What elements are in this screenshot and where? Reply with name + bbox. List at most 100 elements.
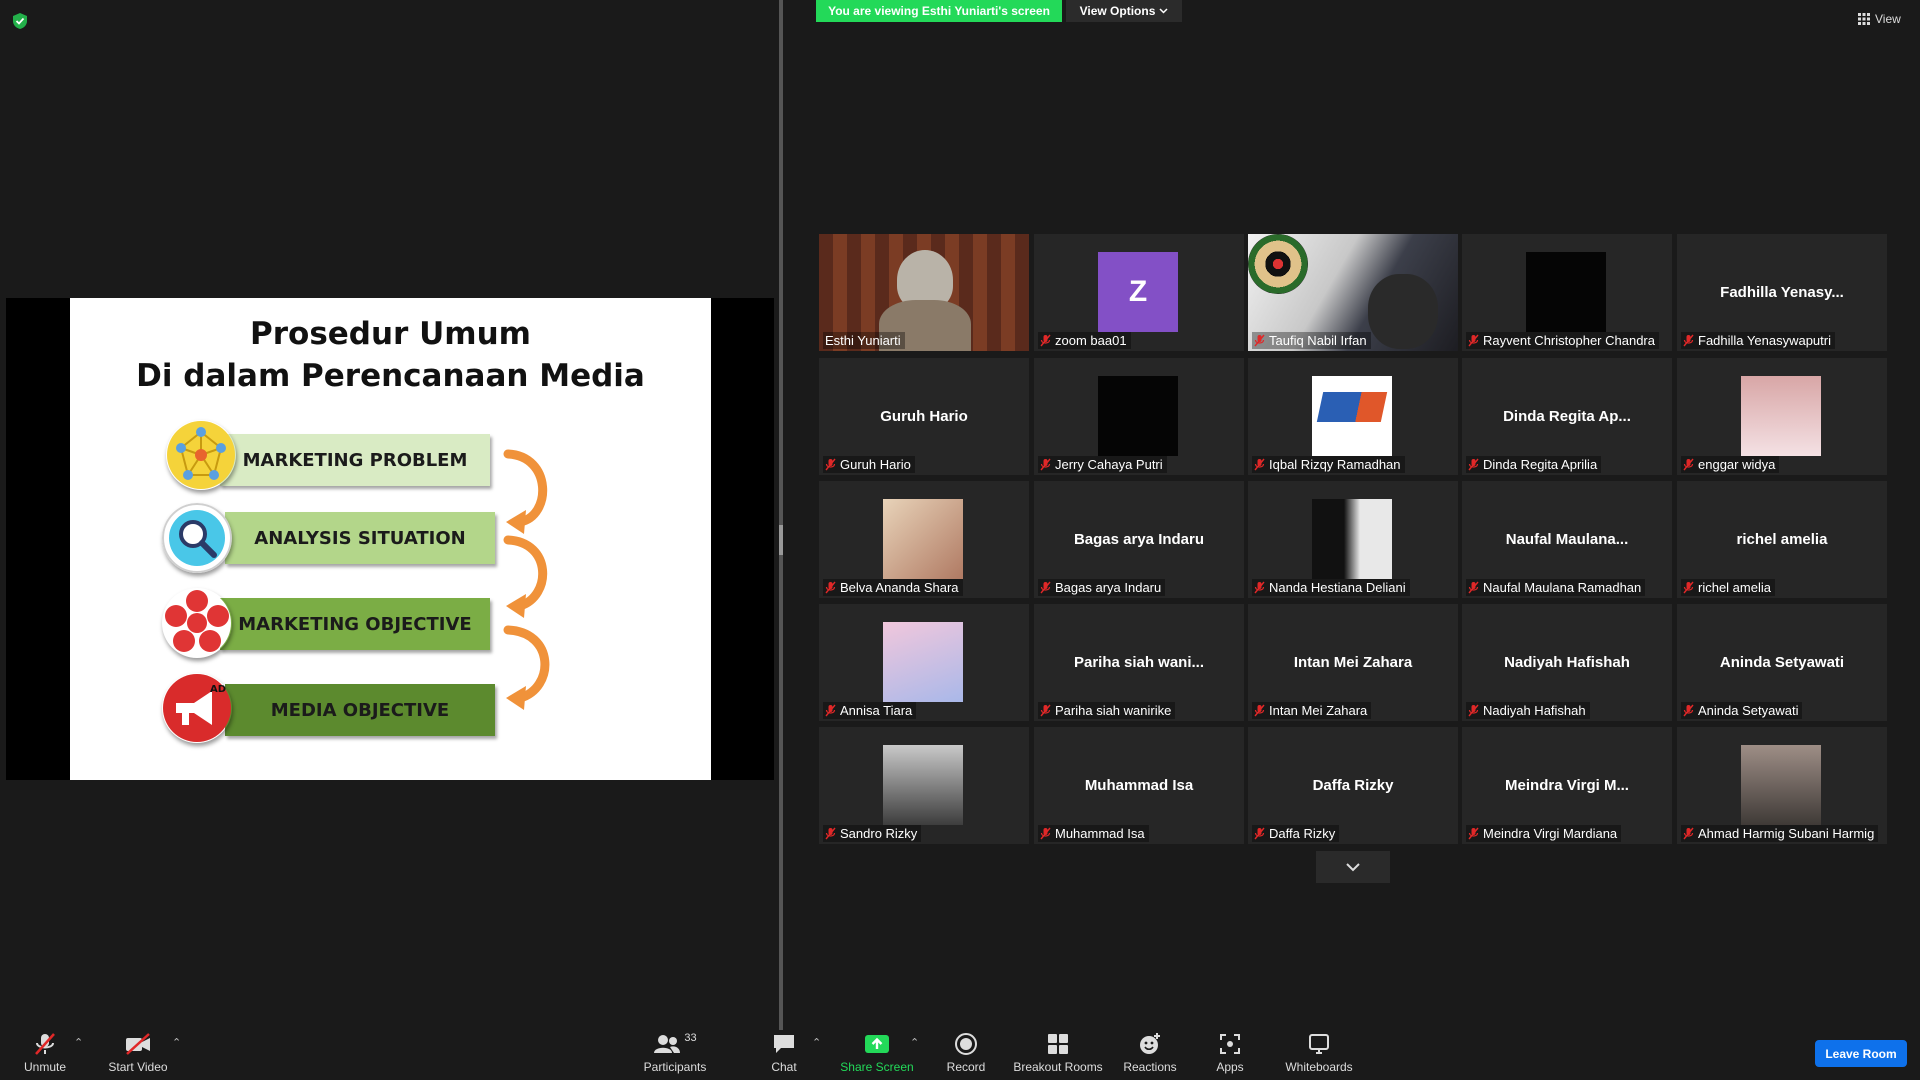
participant-name: Guruh Hario xyxy=(840,457,911,472)
reactions-button[interactable]: Reactions xyxy=(1122,1032,1178,1074)
microphone-muted-icon xyxy=(35,1033,55,1055)
participant-tile[interactable]: Pariha siah wani... Pariha siah wanirike xyxy=(1034,604,1244,721)
participants-label: Participants xyxy=(643,1060,707,1074)
organization-logo xyxy=(1312,376,1392,456)
participant-tile[interactable]: Iqbal Rizqy Ramadhan xyxy=(1248,358,1458,475)
split-divider[interactable] xyxy=(779,0,783,1030)
participant-display-name: richel amelia xyxy=(1736,531,1828,548)
presentation-slide: Prosedur Umum Di dalam Perencanaan Media… xyxy=(70,298,711,780)
participant-display-name: Muhammad Isa xyxy=(1084,777,1194,794)
divider-grip[interactable] xyxy=(779,525,783,555)
microphone-muted-icon xyxy=(825,458,836,471)
profile-picture xyxy=(883,499,963,579)
whiteboards-button[interactable]: Whiteboards xyxy=(1284,1032,1354,1074)
profile-picture xyxy=(1098,376,1178,456)
chevron-down-icon xyxy=(1159,8,1168,14)
participant-tile[interactable]: Naufal Maulana... Naufal Maulana Ramadhan xyxy=(1462,481,1672,598)
step-analysis-situation: ANALYSIS SITUATION xyxy=(225,512,495,564)
participant-name: Daffa Rizky xyxy=(1269,826,1336,841)
audio-options-caret[interactable]: ⌃ xyxy=(74,1036,83,1049)
share-options-caret[interactable]: ⌃ xyxy=(910,1036,919,1049)
record-button[interactable]: Record xyxy=(944,1032,988,1074)
participant-name: Belva Ananda Shara xyxy=(840,580,959,595)
participant-name-label: Guruh Hario xyxy=(823,456,915,473)
participant-tile[interactable]: Annisa Tiara xyxy=(819,604,1029,721)
participant-name: Muhammad Isa xyxy=(1055,826,1145,841)
share-screen-button[interactable]: Share Screen xyxy=(840,1032,914,1074)
participant-name-label: Belva Ananda Shara xyxy=(823,579,963,596)
leave-room-button[interactable]: Leave Room xyxy=(1815,1040,1907,1067)
participant-tile[interactable]: enggar widya xyxy=(1677,358,1887,475)
participant-name: richel amelia xyxy=(1698,580,1771,595)
participant-name-label: enggar widya xyxy=(1681,456,1780,473)
participant-name-label: Iqbal Rizqy Ramadhan xyxy=(1252,456,1405,473)
view-label: View xyxy=(1875,12,1901,26)
participant-tile[interactable]: Fadhilla Yenasy... Fadhilla Yenasywaputri xyxy=(1677,234,1887,351)
participant-name: Fadhilla Yenasywaputri xyxy=(1698,333,1831,348)
participant-name-label: Naufal Maulana Ramadhan xyxy=(1466,579,1646,596)
participant-name-label: Muhammad Isa xyxy=(1038,825,1149,842)
participant-tile[interactable]: Dinda Regita Ap... Dinda Regita Aprilia xyxy=(1462,358,1672,475)
participant-name: Sandro Rizky xyxy=(840,826,918,841)
slide-title-line2: Di dalam Perencanaan Media xyxy=(136,358,645,394)
participant-name-label: richel amelia xyxy=(1681,579,1775,596)
profile-picture xyxy=(883,622,963,702)
view-options-button[interactable]: View Options xyxy=(1066,0,1182,22)
microphone-muted-icon xyxy=(1683,704,1694,717)
microphone-muted-icon xyxy=(1468,704,1479,717)
participant-name: zoom baa01 xyxy=(1055,333,1127,348)
participant-tile[interactable]: Bagas arya Indaru Bagas arya Indaru xyxy=(1034,481,1244,598)
chat-options-caret[interactable]: ⌃ xyxy=(812,1036,821,1049)
breakout-rooms-button[interactable]: Breakout Rooms xyxy=(1012,1032,1104,1074)
participant-name: Iqbal Rizqy Ramadhan xyxy=(1269,457,1401,472)
record-icon xyxy=(955,1033,977,1055)
participant-tile[interactable]: Jerry Cahaya Putri xyxy=(1034,358,1244,475)
slide-title-line1: Prosedur Umum xyxy=(250,316,531,352)
participant-name: Taufiq Nabil Irfan xyxy=(1269,333,1367,348)
participant-tile[interactable]: Sandro Rizky xyxy=(819,727,1029,844)
participant-tile[interactable]: Meindra Virgi M... Meindra Virgi Mardiana xyxy=(1462,727,1672,844)
shield-icon[interactable] xyxy=(12,12,28,30)
participant-name: Annisa Tiara xyxy=(840,703,913,718)
participant-name: Dinda Regita Aprilia xyxy=(1483,457,1598,472)
microphone-muted-icon xyxy=(825,827,836,840)
participant-tile[interactable]: Daffa Rizky Daffa Rizky xyxy=(1248,727,1458,844)
participant-display-name: Bagas arya Indaru xyxy=(1073,531,1205,548)
participant-tile[interactable]: Taufiq Nabil Irfan xyxy=(1248,234,1458,351)
participant-tile[interactable]: Zzoom baa01 xyxy=(1034,234,1244,351)
step-marketing-objective: MARKETING OBJECTIVE xyxy=(220,598,490,650)
share-screen-icon xyxy=(865,1035,889,1053)
participant-tile[interactable]: Belva Ananda Shara xyxy=(819,481,1029,598)
start-video-button[interactable]: Start Video xyxy=(108,1032,168,1074)
microphone-muted-icon xyxy=(1468,458,1479,471)
participant-tile[interactable]: Esthi Yuniarti xyxy=(819,234,1029,351)
microphone-muted-icon xyxy=(1040,458,1051,471)
participant-name: Ahmad Harmig Subani Harmig xyxy=(1698,826,1875,841)
participant-tile[interactable]: Rayvent Christopher Chandra xyxy=(1462,234,1672,351)
microphone-muted-icon xyxy=(1683,334,1694,347)
participant-tile[interactable]: Nanda Hestiana Deliani xyxy=(1248,481,1458,598)
participant-tile[interactable]: Guruh Hario Guruh Hario xyxy=(819,358,1029,475)
microphone-muted-icon xyxy=(1683,458,1694,471)
participant-tile[interactable]: Muhammad Isa Muhammad Isa xyxy=(1034,727,1244,844)
participant-tile[interactable]: Nadiyah Hafishah Nadiyah Hafishah xyxy=(1462,604,1672,721)
participants-button[interactable]: 33 Participants xyxy=(640,1032,710,1074)
chat-button[interactable]: Chat xyxy=(766,1032,802,1074)
gallery-next-page-button[interactable] xyxy=(1316,851,1390,883)
unmute-button[interactable]: Unmute xyxy=(22,1032,68,1074)
participant-tile[interactable]: richel amelia richel amelia xyxy=(1677,481,1887,598)
participant-tile[interactable]: Aninda Setyawati Aninda Setyawati xyxy=(1677,604,1887,721)
participant-tile[interactable]: Intan Mei Zahara Intan Mei Zahara xyxy=(1248,604,1458,721)
participant-name: Jerry Cahaya Putri xyxy=(1055,457,1163,472)
view-button[interactable]: View xyxy=(1858,10,1901,28)
microphone-muted-icon xyxy=(1040,334,1051,347)
microphone-muted-icon xyxy=(1254,704,1265,717)
participant-name: Pariha siah wanirike xyxy=(1055,703,1172,718)
participant-name-label: Pariha siah wanirike xyxy=(1038,702,1176,719)
view-options-label: View Options xyxy=(1079,4,1156,18)
participant-name-label: Aninda Setyawati xyxy=(1681,702,1803,719)
video-options-caret[interactable]: ⌃ xyxy=(172,1036,181,1049)
microphone-muted-icon xyxy=(825,704,836,717)
apps-button[interactable]: Apps xyxy=(1214,1032,1246,1074)
participant-tile[interactable]: Ahmad Harmig Subani Harmig xyxy=(1677,727,1887,844)
